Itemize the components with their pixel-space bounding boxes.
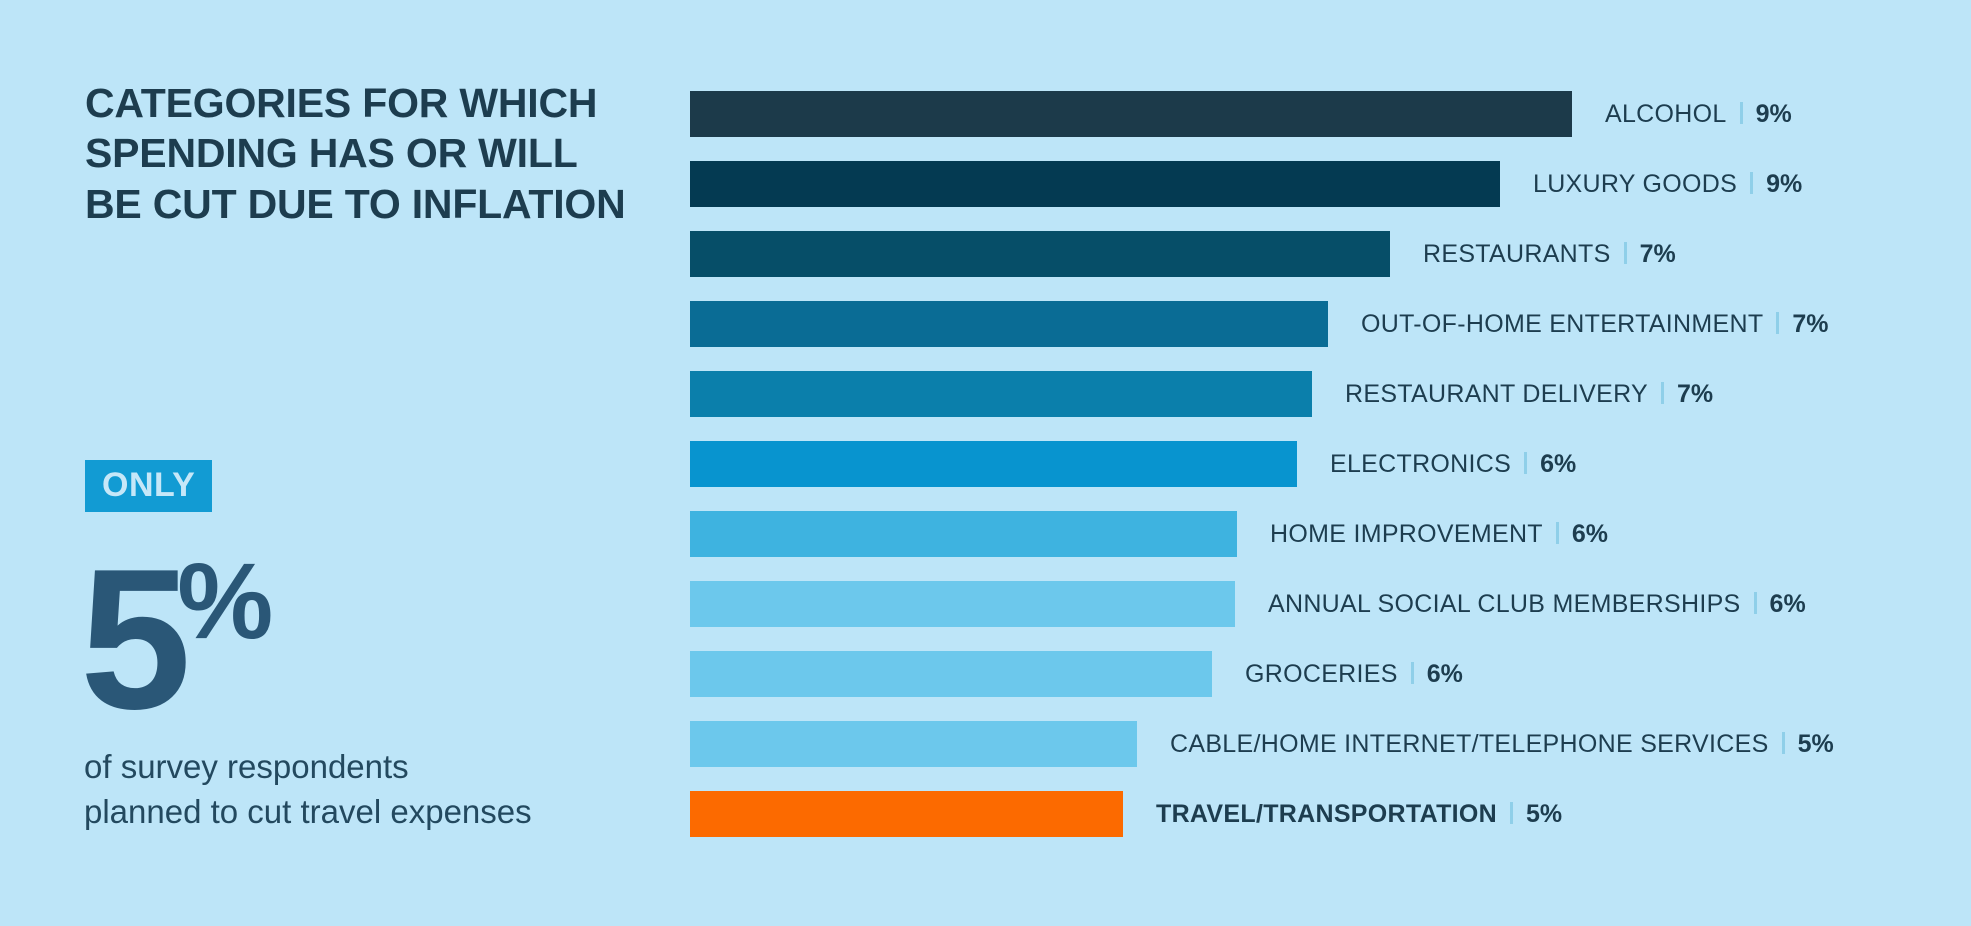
bar-value-label: 6% xyxy=(1769,589,1806,618)
bar-row: LUXURY GOODS 9% xyxy=(690,161,1802,207)
bar xyxy=(690,791,1123,837)
bar-category-label: RESTAURANTS xyxy=(1423,239,1611,268)
label-value-separator xyxy=(1661,381,1665,404)
bar-chart: ALCOHOL 9% LUXURY GOODS 9% RESTAURANTS 7% OUT-… xyxy=(0,0,1971,926)
bar-value-label: 6% xyxy=(1426,659,1463,688)
bar-value-label: 5% xyxy=(1526,799,1563,828)
bar xyxy=(690,441,1297,487)
label-value-separator xyxy=(1510,801,1514,824)
bar-category-label: RESTAURANT DELIVERY xyxy=(1345,379,1649,408)
label-value-separator xyxy=(1776,311,1780,334)
bar-row: ELECTRONICS 6% xyxy=(690,441,1576,487)
bar xyxy=(690,161,1500,207)
bar-label-group: HOME IMPROVEMENT 6% xyxy=(1270,520,1608,549)
bar-value-label: 6% xyxy=(1571,519,1609,548)
bar-row: RESTAURANT DELIVERY 7% xyxy=(690,371,1713,417)
bar-category-label: TRAVEL/TRANSPORTATION xyxy=(1156,799,1498,828)
bar-row: ALCOHOL 9% xyxy=(690,91,1792,137)
bar-value-label: 7% xyxy=(1639,239,1676,268)
bar-label-group: ALCOHOL 9% xyxy=(1605,100,1792,129)
bar-value-label: 5% xyxy=(1797,729,1834,758)
bar-value-label: 7% xyxy=(1677,379,1714,408)
bar-label-group: RESTAURANTS 7% xyxy=(1423,240,1676,269)
bar-category-label: ELECTRONICS xyxy=(1330,449,1512,478)
label-value-separator xyxy=(1750,171,1754,194)
bar-category-label: ANNUAL SOCIAL CLUB MEMBERSHIPS xyxy=(1268,589,1741,618)
bar-label-group: ANNUAL SOCIAL CLUB MEMBERSHIPS 6% xyxy=(1268,590,1806,619)
bar-value-label: 6% xyxy=(1540,449,1577,478)
bar xyxy=(690,581,1235,627)
bar xyxy=(690,371,1312,417)
bar-value-label: 9% xyxy=(1755,99,1792,128)
label-value-separator xyxy=(1524,451,1528,474)
bar-label-group: RESTAURANT DELIVERY 7% xyxy=(1345,380,1713,409)
bar-value-label: 7% xyxy=(1792,309,1829,338)
bar-row: CABLE/HOME INTERNET/TELEPHONE SERVICES 5% xyxy=(690,721,1834,767)
bar-row: RESTAURANTS 7% xyxy=(690,231,1676,277)
label-value-separator xyxy=(1781,731,1785,754)
label-value-separator xyxy=(1410,661,1414,684)
bar-label-group: OUT-OF-HOME ENTERTAINMENT 7% xyxy=(1361,310,1829,339)
bar xyxy=(690,231,1390,277)
bar-row: GROCERIES 6% xyxy=(690,651,1463,697)
bar-label-group: TRAVEL/TRANSPORTATION 5% xyxy=(1156,800,1562,829)
bar-label-group: LUXURY GOODS 9% xyxy=(1533,170,1802,199)
bar-category-label: CABLE/HOME INTERNET/TELEPHONE SERVICES xyxy=(1170,729,1769,758)
bar xyxy=(690,511,1237,557)
bar xyxy=(690,721,1137,767)
bar-value-label: 9% xyxy=(1766,169,1803,198)
label-value-separator xyxy=(1623,241,1627,264)
bar xyxy=(690,91,1572,137)
bar-category-label: GROCERIES xyxy=(1245,659,1398,688)
bar-category-label: OUT-OF-HOME ENTERTAINMENT xyxy=(1361,309,1764,338)
bar-label-group: GROCERIES 6% xyxy=(1245,660,1463,689)
bar-category-label: HOME IMPROVEMENT xyxy=(1270,519,1543,548)
bar-category-label: ALCOHOL xyxy=(1605,99,1727,128)
bar xyxy=(690,651,1212,697)
label-value-separator xyxy=(1739,101,1743,124)
bar-row: HOME IMPROVEMENT 6% xyxy=(690,511,1608,557)
bar xyxy=(690,301,1328,347)
bar-label-group: ELECTRONICS 6% xyxy=(1330,450,1576,479)
bar-row: TRAVEL/TRANSPORTATION 5% xyxy=(690,791,1562,837)
bar-category-label: LUXURY GOODS xyxy=(1533,169,1738,198)
bar-row: ANNUAL SOCIAL CLUB MEMBERSHIPS 6% xyxy=(690,581,1806,627)
label-value-separator xyxy=(1753,591,1757,614)
bar-row: OUT-OF-HOME ENTERTAINMENT 7% xyxy=(690,301,1829,347)
bar-label-group: CABLE/HOME INTERNET/TELEPHONE SERVICES 5% xyxy=(1170,730,1834,759)
label-value-separator xyxy=(1555,521,1559,544)
